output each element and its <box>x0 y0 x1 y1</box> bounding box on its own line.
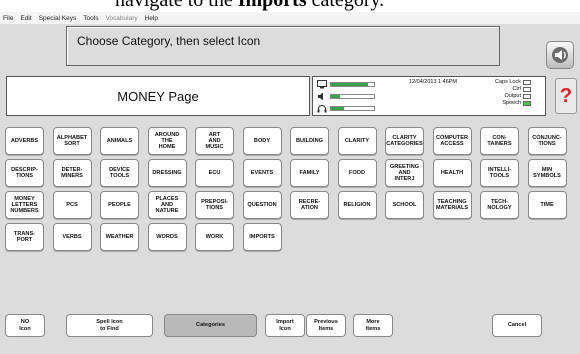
category-art-and-music[interactable]: ART AND MUSIC <box>195 127 234 155</box>
status-panel: 12/04/2013 1:46PM Caps Lock Ctrl Output … <box>312 76 546 116</box>
flag-output: Output <box>495 93 531 100</box>
meter-bar-3[interactable] <box>330 106 375 111</box>
category-health[interactable]: HEALTH <box>432 159 472 187</box>
category-question[interactable]: QUESTION <box>242 191 282 219</box>
category-religion[interactable]: RELIGION <box>337 191 377 219</box>
flag-label: Ctrl <box>512 86 521 92</box>
speaker-icon <box>552 47 568 63</box>
menu-tools[interactable]: Tools <box>83 15 98 22</box>
category-recre-ation[interactable]: RECRE- ATION <box>290 191 329 219</box>
category-clarity[interactable]: CLARITY <box>337 127 377 155</box>
speak-button[interactable] <box>546 41 574 69</box>
category-clarity-categories[interactable]: CLARITY CATEGORIES <box>385 127 424 155</box>
caption-bold: Imports <box>237 0 307 11</box>
category-alphabet-sort[interactable]: ALPHABET SORT <box>52 127 92 155</box>
monitor-icon <box>317 80 327 89</box>
categories-button[interactable]: Categories <box>164 314 257 337</box>
category-device-tools[interactable]: DEVICE TOOLS <box>100 159 139 187</box>
flag-ctrl: Ctrl <box>495 86 531 93</box>
flag-indicator <box>523 87 531 92</box>
flag-indicator <box>523 80 531 85</box>
category-around-the-home[interactable]: AROUND THE HOME <box>147 127 187 155</box>
category-trans-port[interactable]: TRANS- PORT <box>5 223 44 251</box>
page-title-text: MONEY Page <box>117 88 199 104</box>
category-body[interactable]: BODY <box>242 127 282 155</box>
flag-label: Caps Lock <box>495 79 521 85</box>
category-dressing[interactable]: DRESSING <box>147 159 187 187</box>
category-food[interactable]: FOOD <box>337 159 377 187</box>
datetime: 12/04/2013 1:46PM <box>409 79 458 85</box>
message-box: Choose Category, then select Icon <box>66 26 500 66</box>
menu-vocabulary[interactable]: Vocabulary <box>105 15 137 22</box>
category-places-and-nature[interactable]: PLACES AND NATURE <box>147 191 187 219</box>
flag-label: Output <box>504 93 521 99</box>
category-imports[interactable]: IMPORTS <box>242 223 282 251</box>
meter-row-2 <box>317 92 375 101</box>
caption-post: category. <box>306 0 385 11</box>
no-icon-button[interactable]: NO Icon <box>5 314 45 337</box>
more-items-button[interactable]: More Items <box>353 314 393 337</box>
headphones-icon <box>317 104 327 113</box>
category-time[interactable]: TIME <box>527 191 567 219</box>
menubar: File Edit Special Keys Tools Vocabulary … <box>0 12 580 24</box>
app-window: File Edit Special Keys Tools Vocabulary … <box>0 12 580 354</box>
category-tech-nology[interactable]: TECH- NOLOGY <box>480 191 519 219</box>
flag-caps-lock: Caps Lock <box>495 79 531 86</box>
category-descrip-tions[interactable]: DESCRIP- TIONS <box>5 159 44 187</box>
category-building[interactable]: BUILDING <box>290 127 329 155</box>
category-ecu[interactable]: ECU <box>195 159 234 187</box>
category-preposi-tions[interactable]: PREPOSI- TIONS <box>195 191 234 219</box>
category-intelli-tools[interactable]: INTELLI- TOOLS <box>480 159 519 187</box>
flag-indicator <box>523 94 531 99</box>
import-icon-button[interactable]: Import Icon <box>265 314 305 337</box>
cancel-button[interactable]: Cancel <box>492 314 542 337</box>
meter-row-1 <box>317 80 375 89</box>
meter-bar-1 <box>330 82 375 87</box>
category-pcs[interactable]: PCS <box>52 191 92 219</box>
category-greeting-and-interj[interactable]: GREETING AND INTERJ <box>385 159 424 187</box>
menu-file[interactable]: File <box>3 15 13 22</box>
category-verbs[interactable]: VERBS <box>52 223 92 251</box>
volume-icon <box>317 92 327 101</box>
help-button[interactable]: ? <box>555 78 577 114</box>
category-deter-miners[interactable]: DETER- MINERS <box>52 159 92 187</box>
category-con-tainers[interactable]: CON- TAINERS <box>480 127 519 155</box>
menu-help[interactable]: Help <box>145 15 158 22</box>
message-text: Choose Category, then select Icon <box>77 34 261 48</box>
menu-edit[interactable]: Edit <box>20 15 31 22</box>
category-teaching-materials[interactable]: TEACHING MATERIALS <box>432 191 472 219</box>
page-title: MONEY Page <box>6 76 310 116</box>
category-weather[interactable]: WEATHER <box>100 223 139 251</box>
spell-icon-button[interactable]: Spell Icon to Find <box>66 314 153 337</box>
category-animals[interactable]: ANIMALS <box>100 127 139 155</box>
category-conjunc-tions[interactable]: CONJUNC- TIONS <box>527 127 567 155</box>
caption-pre: navigate to the <box>115 0 238 11</box>
category-school[interactable]: SCHOOL <box>385 191 424 219</box>
status-flags: Caps Lock Ctrl Output Speech <box>495 79 531 107</box>
category-people[interactable]: PEOPLE <box>100 191 139 219</box>
flag-label: Speech <box>502 100 521 106</box>
category-computer-access[interactable]: COMPUTER ACCESS <box>432 127 472 155</box>
category-work[interactable]: WORK <box>195 223 234 251</box>
category-events[interactable]: EVENTS <box>242 159 282 187</box>
category-min-symbols[interactable]: MIN SYMBOLS <box>527 159 567 187</box>
category-money-letters-numbers[interactable]: MONEY LETTERS NUMBERS <box>5 191 44 219</box>
caption-text: navigate to the Imports category. <box>115 0 384 12</box>
meter-bar-2[interactable] <box>330 94 375 99</box>
menu-special-keys[interactable]: Special Keys <box>39 15 77 22</box>
flag-speech: Speech <box>495 100 531 107</box>
category-adverbs[interactable]: ADVERBS <box>5 127 44 155</box>
flag-indicator <box>523 101 531 106</box>
meter-row-3 <box>317 104 375 113</box>
category-family[interactable]: FAMILY <box>290 159 329 187</box>
help-icon: ? <box>559 84 573 107</box>
previous-items-button[interactable]: Previous Items <box>306 314 346 337</box>
category-words[interactable]: WORDS <box>147 223 187 251</box>
